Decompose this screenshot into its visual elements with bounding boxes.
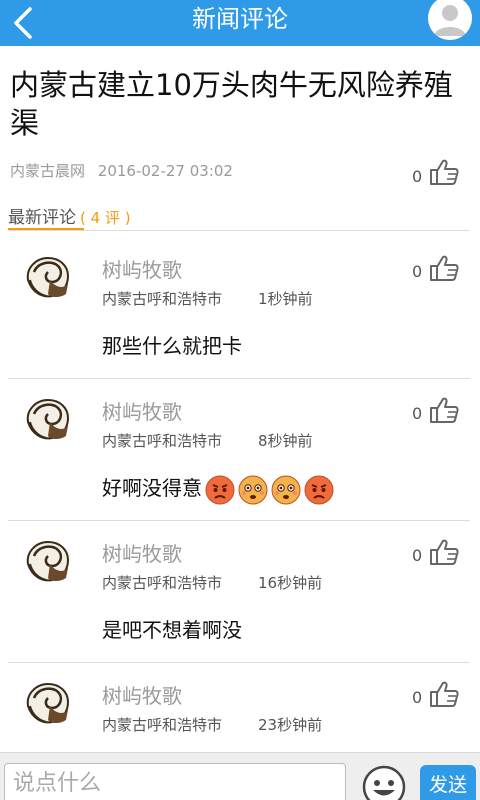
divider (8, 230, 470, 231)
commenter-name[interactable]: 树屿牧歌 (102, 254, 182, 283)
commenter-avatar[interactable] (20, 250, 74, 304)
commenter-avatar[interactable] (20, 392, 74, 446)
comment-text: 那些什么就把卡 (102, 330, 242, 359)
divider (8, 662, 470, 663)
commenter-location: 内蒙古呼和浩特市 (102, 716, 223, 734)
comment-input[interactable] (4, 763, 346, 800)
comment-like-count: 0 (412, 262, 423, 281)
article-like-count: 0 (412, 167, 423, 186)
commenter-name[interactable]: 树屿牧歌 (102, 680, 182, 709)
comment-time: 8秒钟前 (258, 432, 313, 450)
comment-like-count: 0 (412, 546, 423, 565)
page-title: 新闻评论 (192, 5, 288, 33)
smiley-face-icon[interactable] (362, 765, 406, 800)
top-bar: 新闻评论 (0, 0, 480, 46)
comment-time: 23秒钟前 (258, 716, 323, 734)
flushed-face-icon (271, 475, 301, 505)
thumbs-up-icon[interactable] (428, 538, 460, 566)
comment-count: ( 4 评 ) (80, 209, 131, 227)
commenter-name[interactable]: 树屿牧歌 (102, 538, 182, 567)
comment-time: 1秒钟前 (258, 290, 313, 308)
comment-text-content: 好啊没得意 (102, 476, 202, 500)
tab-latest-comments[interactable]: 最新评论( 4 评 ) (8, 203, 131, 228)
comment-item: 树屿牧歌内蒙古呼和浩特市 16秒钟前 0 是吧不想着啊没 (8, 520, 470, 662)
thumbs-up-icon[interactable] (428, 396, 460, 424)
thumbs-up-icon[interactable] (428, 254, 460, 282)
commenter-location: 内蒙古呼和浩特市 (102, 290, 223, 308)
tab-label: 最新评论 (8, 208, 76, 228)
commenter-avatar[interactable] (20, 676, 74, 730)
thumbs-up-icon[interactable] (428, 680, 460, 708)
article-datetime: 2016-02-27 03:02 (97, 162, 233, 180)
comment-composer: 发送 (0, 752, 480, 800)
comment-time: 16秒钟前 (258, 574, 323, 592)
comment-text: 是吧不想着啊没 (102, 614, 242, 643)
angry-face-icon (205, 475, 235, 505)
comment-text-content: 是吧不想着啊没 (102, 618, 242, 642)
flushed-face-icon (238, 475, 268, 505)
comment-like-count: 0 (412, 404, 423, 423)
comment-item: 树屿牧歌内蒙古呼和浩特市 1秒钟前 0 那些什么就把卡 (8, 236, 470, 378)
divider (8, 378, 470, 379)
article-source: 内蒙古晨网 (10, 162, 86, 180)
send-button[interactable]: 发送 (420, 765, 476, 800)
angry-face-icon (304, 475, 334, 505)
article-title: 内蒙古建立10万头肉牛无风险养殖渠 (10, 68, 453, 140)
thumbs-up-icon[interactable] (428, 158, 460, 186)
commenter-avatar[interactable] (20, 534, 74, 588)
commenter-location: 内蒙古呼和浩特市 (102, 432, 223, 450)
comment-like-count: 0 (412, 688, 423, 707)
divider (8, 520, 470, 521)
article-meta: 内蒙古晨网 2016-02-27 03:02 (10, 160, 233, 181)
comment-text: 好啊没得意 (102, 472, 334, 505)
commenter-location: 内蒙古呼和浩特市 (102, 574, 223, 592)
comment-text-content: 那些什么就把卡 (102, 334, 242, 358)
commenter-name[interactable]: 树屿牧歌 (102, 396, 182, 425)
comment-item: 树屿牧歌内蒙古呼和浩特市 8秒钟前 0 好啊没得意 (8, 378, 470, 520)
